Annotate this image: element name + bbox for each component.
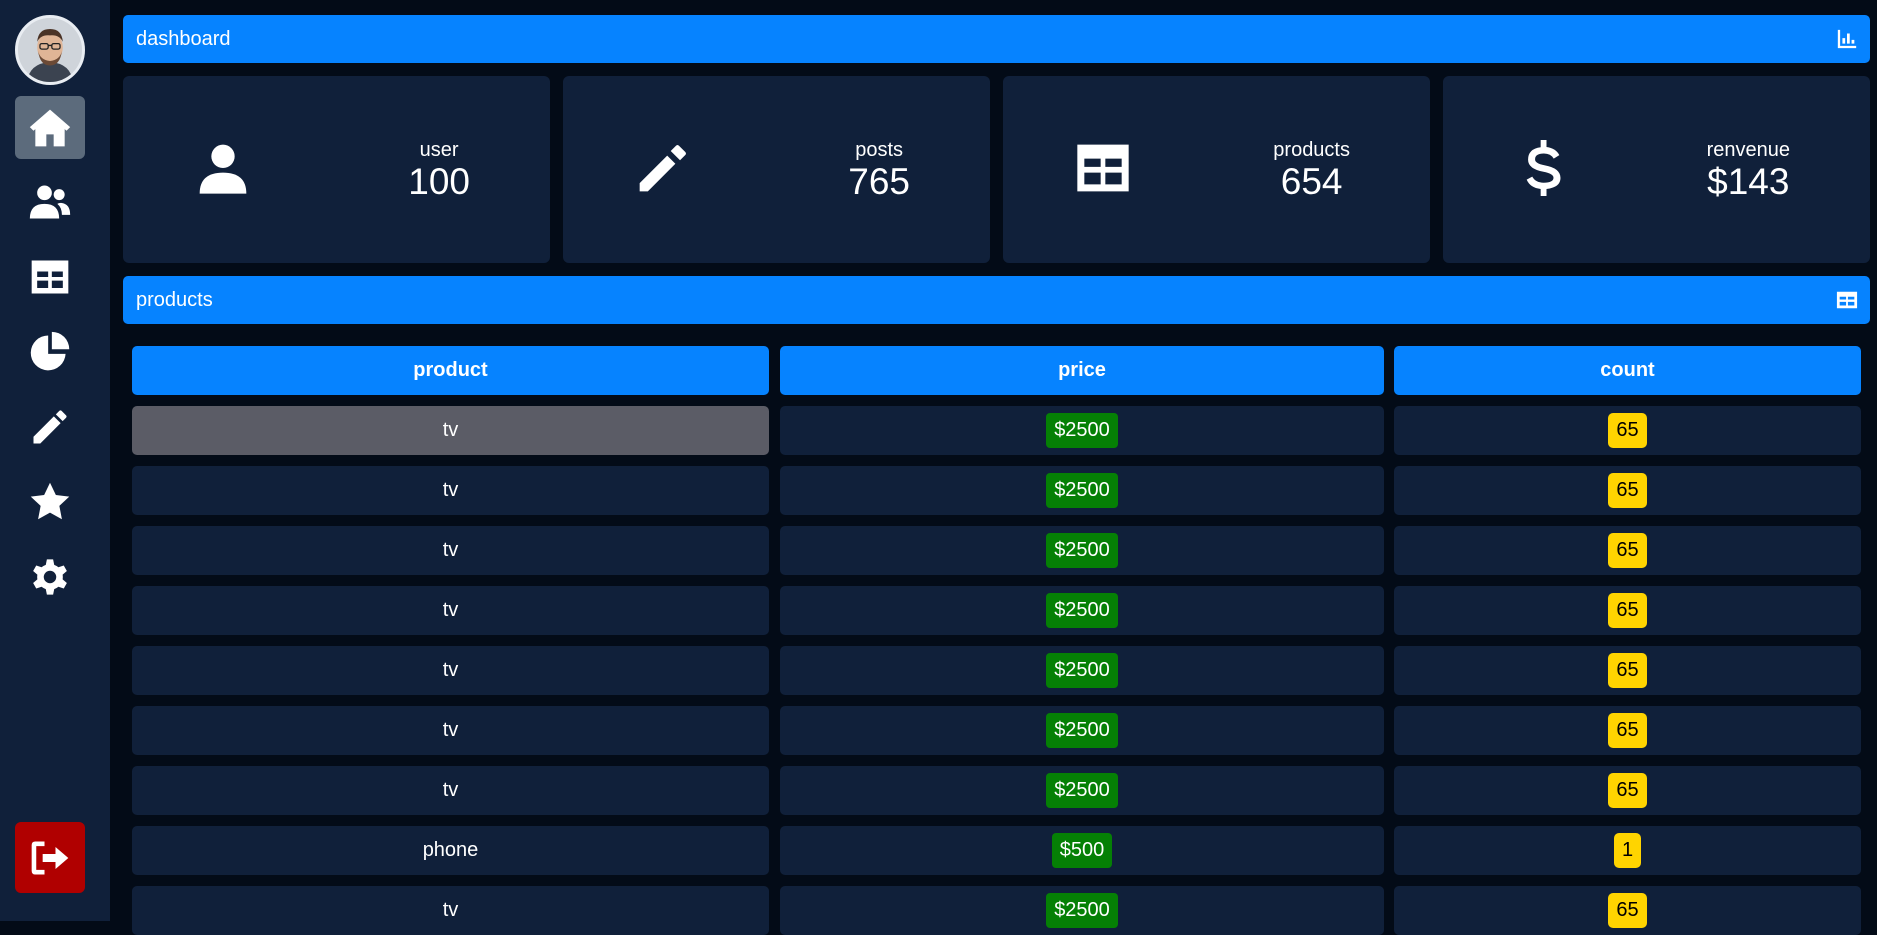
- dollar-icon: [1515, 140, 1571, 196]
- table-cell-product[interactable]: tv: [132, 526, 769, 575]
- nav-settings[interactable]: [15, 545, 85, 608]
- users-icon: [29, 185, 71, 218]
- table-cell-price[interactable]: $500: [780, 826, 1384, 875]
- count-badge: 65: [1608, 593, 1647, 628]
- table-cell-product[interactable]: tv: [132, 466, 769, 515]
- nav-users[interactable]: [15, 170, 85, 233]
- table-cell-count[interactable]: 65: [1394, 526, 1861, 575]
- count-badge: 65: [1608, 773, 1647, 808]
- nav-favorites[interactable]: [15, 470, 85, 533]
- dashboard-header: dashboard: [123, 15, 1870, 63]
- stat-label: user: [419, 139, 459, 161]
- stat-value: 100: [408, 161, 470, 202]
- user-icon: [195, 140, 251, 196]
- table-cell-count[interactable]: 1: [1394, 826, 1861, 875]
- pencil-icon: [635, 140, 691, 196]
- stat-value: 654: [1280, 161, 1343, 202]
- table-icon: [1075, 140, 1131, 196]
- pencil-icon: [33, 409, 67, 443]
- table-cell-product[interactable]: tv: [132, 766, 769, 815]
- table-cell-price[interactable]: $2500: [780, 406, 1384, 455]
- user-avatar[interactable]: [15, 15, 85, 85]
- table-cell-product[interactable]: tv: [132, 706, 769, 755]
- table-cell-count[interactable]: 65: [1394, 706, 1861, 755]
- logout-button[interactable]: [15, 822, 85, 893]
- table-cell-count[interactable]: 65: [1394, 646, 1861, 695]
- stat-card-revenue: renvenue $143: [1443, 76, 1870, 263]
- table-cell-price[interactable]: $2500: [780, 586, 1384, 635]
- table-cell-count[interactable]: 65: [1394, 406, 1861, 455]
- nav-home[interactable]: [15, 96, 85, 159]
- price-badge: $2500: [1046, 533, 1118, 568]
- table-cell-count[interactable]: 65: [1394, 586, 1861, 635]
- logout-icon: [31, 841, 69, 874]
- star-icon: [30, 482, 70, 519]
- products-title: products: [136, 288, 213, 311]
- stat-card-user: user 100: [123, 76, 550, 263]
- price-badge: $2500: [1046, 653, 1118, 688]
- home-icon: [29, 109, 71, 146]
- nav-posts[interactable]: [15, 395, 85, 458]
- gear-icon: [33, 558, 67, 595]
- table-cell-product[interactable]: tv: [132, 646, 769, 695]
- stat-card-posts: posts 765: [563, 76, 990, 263]
- table-cell-price[interactable]: $2500: [780, 766, 1384, 815]
- price-badge: $2500: [1046, 593, 1118, 628]
- stat-card-products: products 654: [1003, 76, 1430, 263]
- column-header-product[interactable]: product: [132, 346, 769, 395]
- count-badge: 65: [1608, 713, 1647, 748]
- count-badge: 1: [1613, 833, 1642, 868]
- table-cell-price[interactable]: $2500: [780, 886, 1384, 935]
- table-cell-price[interactable]: $2500: [780, 526, 1384, 575]
- count-badge: 65: [1608, 413, 1647, 448]
- count-badge: 65: [1608, 653, 1647, 688]
- stat-label: products: [1273, 139, 1350, 161]
- table-cell-product[interactable]: tv: [132, 886, 769, 935]
- price-badge: $2500: [1046, 473, 1118, 508]
- price-badge: $2500: [1046, 773, 1118, 808]
- table-cell-product[interactable]: phone: [132, 826, 769, 875]
- stat-value: $143: [1707, 161, 1790, 202]
- column-header-count[interactable]: count: [1394, 346, 1861, 395]
- stat-value: 765: [848, 161, 910, 202]
- price-badge: $500: [1051, 833, 1113, 868]
- stat-label: posts: [855, 139, 904, 161]
- table-icon[interactable]: [1836, 289, 1858, 311]
- table-cell-product[interactable]: tv: [132, 406, 769, 455]
- pie-chart-icon: [30, 331, 70, 370]
- sidebar: [0, 0, 110, 921]
- dashboard-title: dashboard: [136, 27, 231, 50]
- products-header: products: [123, 276, 1870, 324]
- table-cell-price[interactable]: $2500: [780, 706, 1384, 755]
- bar-chart-icon[interactable]: [1836, 28, 1858, 50]
- count-badge: 65: [1608, 533, 1647, 568]
- stats-cards: user 100 posts 765 products 654 renvenue…: [123, 76, 1870, 263]
- nav-charts[interactable]: [15, 320, 85, 383]
- price-badge: $2500: [1046, 893, 1118, 928]
- price-badge: $2500: [1046, 413, 1118, 448]
- count-badge: 65: [1608, 473, 1647, 508]
- table-cell-price[interactable]: $2500: [780, 646, 1384, 695]
- column-header-price[interactable]: price: [780, 346, 1384, 395]
- count-badge: 65: [1608, 893, 1647, 928]
- stat-label: renvenue: [1706, 139, 1790, 161]
- table-cell-count[interactable]: 65: [1394, 886, 1861, 935]
- table-cell-count[interactable]: 65: [1394, 766, 1861, 815]
- table-cell-price[interactable]: $2500: [780, 466, 1384, 515]
- price-badge: $2500: [1046, 713, 1118, 748]
- nav-table[interactable]: [15, 245, 85, 308]
- table-cell-count[interactable]: 65: [1394, 466, 1861, 515]
- table-cell-product[interactable]: tv: [132, 586, 769, 635]
- table-icon: [31, 260, 69, 293]
